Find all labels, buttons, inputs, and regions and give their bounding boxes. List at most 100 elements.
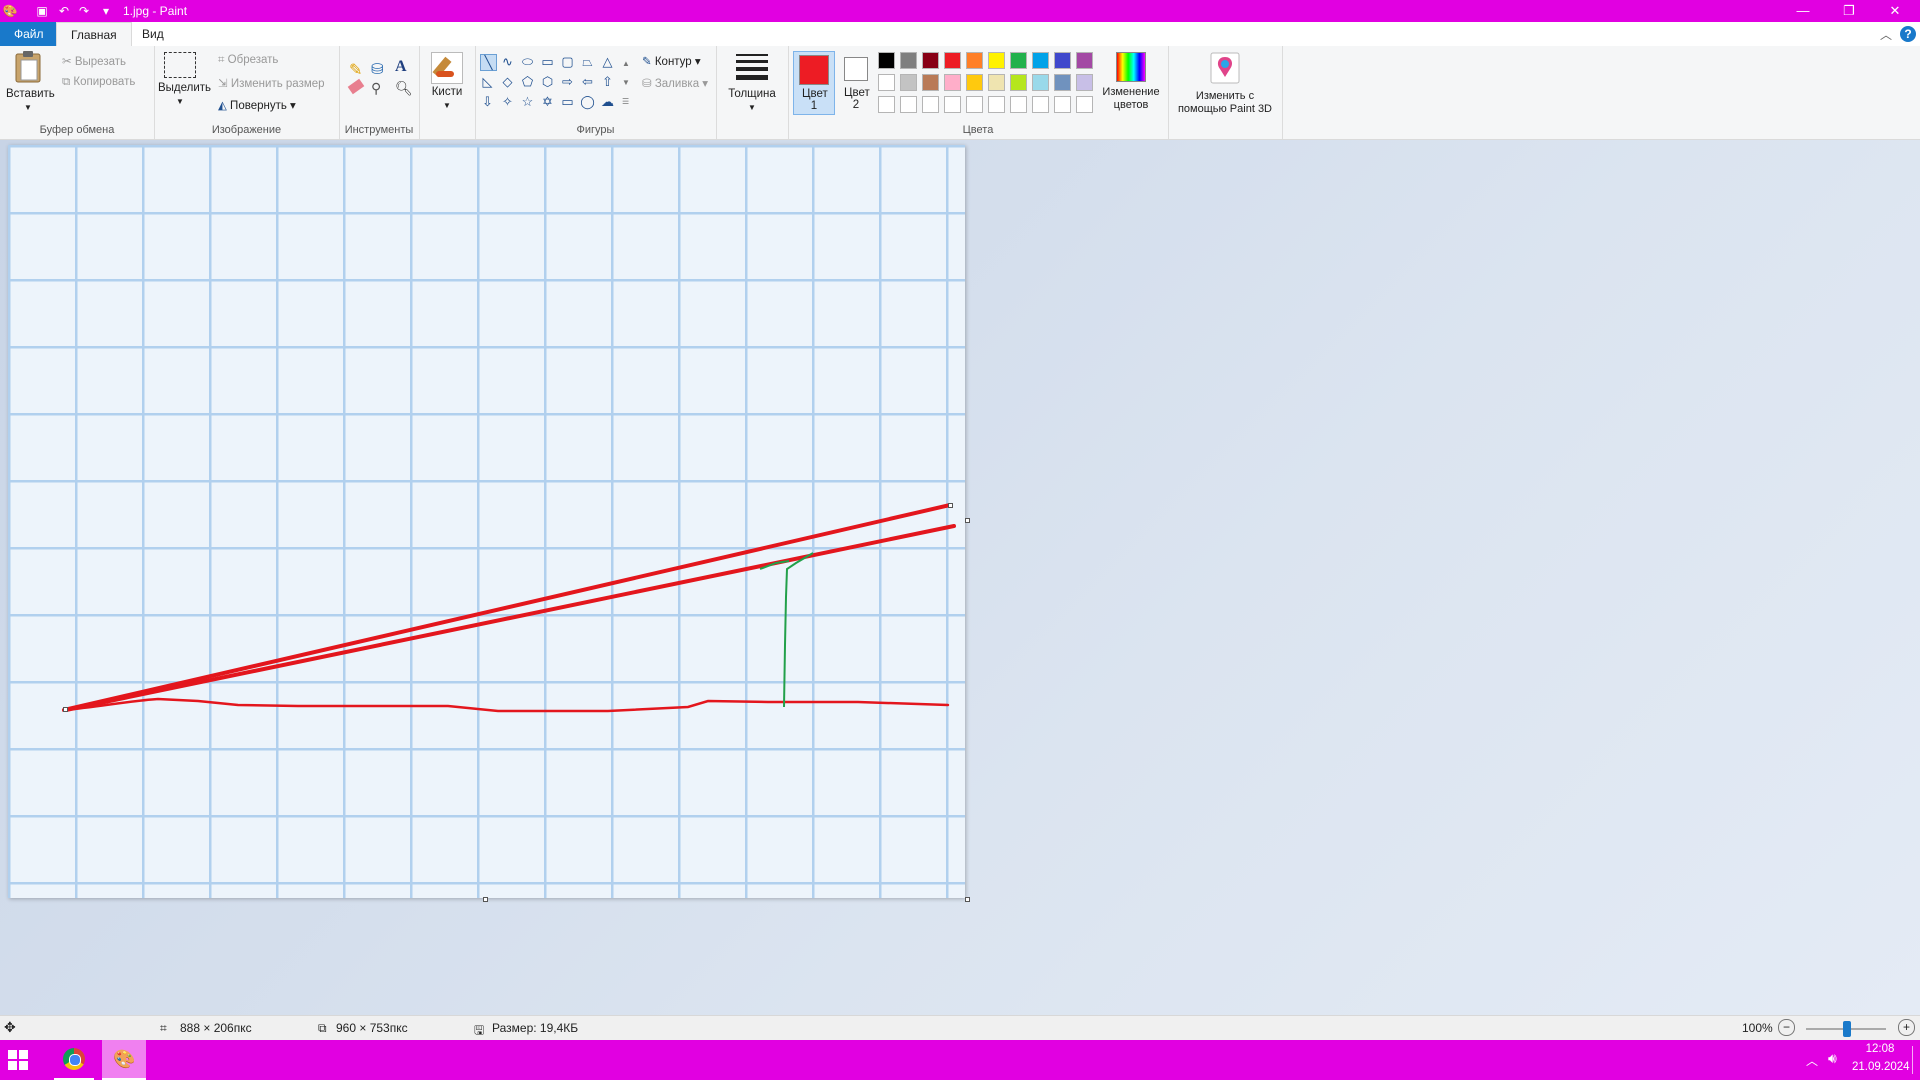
color1-button[interactable]: Цвет 1 <box>793 51 835 115</box>
palette-swatch[interactable] <box>922 52 939 69</box>
resize-button[interactable]: ⇲ Изменить размер <box>218 76 325 90</box>
pencil-icon[interactable]: ✎ <box>349 60 362 80</box>
rect-callout-shape-icon[interactable]: ▭ <box>560 94 575 109</box>
tab-file[interactable]: Файл <box>0 22 58 46</box>
canvas-resize-handle-bottom[interactable] <box>483 897 488 902</box>
custom-color-swatch[interactable] <box>878 96 895 113</box>
show-desktop-button[interactable] <box>1912 1046 1917 1074</box>
palette-swatch[interactable] <box>1032 74 1049 91</box>
restore-button[interactable]: ❐ <box>1826 0 1872 22</box>
right-arrow-shape-icon[interactable]: ⇨ <box>560 74 575 89</box>
cut-button[interactable]: ✂ Вырезать <box>62 54 126 68</box>
palette-swatch[interactable] <box>966 74 983 91</box>
five-point-star-shape-icon[interactable]: ☆ <box>520 94 535 109</box>
clock-time[interactable]: 12:08 <box>1852 1043 1908 1055</box>
magnifier-icon[interactable]: 🔍︎ <box>395 80 413 97</box>
line-handle-start[interactable] <box>63 707 68 712</box>
chrome-taskbar-button[interactable] <box>54 1040 94 1080</box>
minimize-button[interactable]: — <box>1780 0 1826 22</box>
four-point-star-shape-icon[interactable]: ✧ <box>500 94 515 109</box>
copy-button[interactable]: ⧉ Копировать <box>62 76 135 89</box>
palette-swatch[interactable] <box>1076 74 1093 91</box>
left-arrow-shape-icon[interactable]: ⇦ <box>580 74 595 89</box>
palette-swatch[interactable] <box>1010 74 1027 91</box>
help-icon[interactable]: ? <box>1900 26 1916 42</box>
shapes-scroll-icons[interactable]: ▲ ▼ ☰ <box>622 54 630 111</box>
text-tool-icon[interactable]: A <box>395 58 407 76</box>
save-icon[interactable]: ▣ <box>34 3 50 19</box>
tab-home[interactable]: Главная <box>56 22 132 47</box>
canvas-resize-handle-right[interactable] <box>965 518 970 523</box>
custom-color-swatch[interactable] <box>1032 96 1049 113</box>
palette-swatch[interactable] <box>1054 74 1071 91</box>
rectangle-shape-icon[interactable]: ▭ <box>540 54 555 69</box>
paste-button[interactable]: Вставить ▼ <box>6 50 55 114</box>
custom-color-swatch[interactable] <box>944 96 961 113</box>
fill-button[interactable]: ⛁ Заливка ▾ <box>642 76 708 90</box>
color-picker-icon[interactable]: ⚲ <box>371 80 381 97</box>
custom-color-swatch[interactable] <box>1010 96 1027 113</box>
custom-color-swatch[interactable] <box>1076 96 1093 113</box>
close-button[interactable]: ✕ <box>1872 0 1918 22</box>
custom-color-swatch[interactable] <box>900 96 917 113</box>
six-point-star-shape-icon[interactable]: ✡ <box>540 94 555 109</box>
up-arrow-shape-icon[interactable]: ⇧ <box>600 74 615 89</box>
collapse-ribbon-icon[interactable]: ︿ <box>1880 26 1892 43</box>
tab-view[interactable]: Вид <box>128 22 178 46</box>
rotate-button[interactable]: ◭ Повернуть ▾ <box>218 98 296 112</box>
cloud-callout-shape-icon[interactable]: ☁ <box>600 94 615 109</box>
line-handle-end[interactable] <box>948 503 953 508</box>
custom-color-swatch[interactable] <box>922 96 939 113</box>
pentagon-shape-icon[interactable]: ⬠ <box>520 74 535 89</box>
palette-swatch[interactable] <box>944 74 961 91</box>
zoom-in-icon[interactable]: + <box>1898 1019 1915 1036</box>
triangle-shape-icon[interactable]: △ <box>600 54 615 69</box>
palette-swatch[interactable] <box>878 52 895 69</box>
palette-swatch[interactable] <box>900 52 917 69</box>
palette-swatch[interactable] <box>922 74 939 91</box>
select-button[interactable]: Выделить ▼ <box>158 52 211 108</box>
edit-with-paint3d-button[interactable]: Изменить с помощью Paint 3D <box>1172 52 1278 116</box>
redo-icon[interactable]: ↷ <box>76 3 92 19</box>
down-arrow-shape-icon[interactable]: ⇩ <box>480 94 495 109</box>
rounded-rectangle-shape-icon[interactable]: ▢ <box>560 54 575 69</box>
hexagon-shape-icon[interactable]: ⬡ <box>540 74 555 89</box>
palette-swatch[interactable] <box>1032 52 1049 69</box>
customize-quick-access-icon[interactable]: ▾ <box>98 3 114 19</box>
polygon-shape-icon[interactable]: ⏢ <box>580 54 595 69</box>
palette-swatch[interactable] <box>988 74 1005 91</box>
curve-shape-icon[interactable]: ∿ <box>500 54 515 69</box>
oval-callout-shape-icon[interactable]: ◯ <box>580 94 595 109</box>
eraser-icon[interactable] <box>347 78 365 95</box>
palette-swatch[interactable] <box>900 74 917 91</box>
brushes-button[interactable]: Кисти ▼ <box>425 52 469 112</box>
outline-button[interactable]: ✎ Контур ▾ <box>642 54 701 68</box>
size-button[interactable]: Толщина ▼ <box>726 52 778 114</box>
show-hidden-icons[interactable]: ︿ <box>1806 1052 1818 1069</box>
zoom-slider-thumb[interactable] <box>1843 1021 1851 1037</box>
palette-swatch[interactable] <box>1010 52 1027 69</box>
right-triangle-shape-icon[interactable]: ◺ <box>480 74 495 89</box>
paint-taskbar-button[interactable]: 🎨 <box>102 1040 146 1080</box>
oval-shape-icon[interactable]: ⬭ <box>520 54 535 69</box>
volume-icon[interactable]: 🔊︎ <box>1828 1050 1837 1067</box>
edit-colors-button[interactable]: Изменение цветов <box>1096 52 1166 112</box>
custom-color-swatch[interactable] <box>966 96 983 113</box>
undo-icon[interactable]: ↶ <box>56 3 72 19</box>
canvas-resize-handle-corner[interactable] <box>965 897 970 902</box>
palette-swatch[interactable] <box>878 74 895 91</box>
palette-swatch[interactable] <box>1054 52 1071 69</box>
custom-color-swatch[interactable] <box>988 96 1005 113</box>
drawing-canvas[interactable] <box>8 145 965 898</box>
palette-swatch[interactable] <box>1076 52 1093 69</box>
clock-date[interactable]: 21.09.2024 <box>1852 1061 1910 1073</box>
custom-color-swatch[interactable] <box>1054 96 1071 113</box>
windows-start-icon[interactable] <box>8 1050 28 1070</box>
palette-swatch[interactable] <box>944 52 961 69</box>
color2-button[interactable]: Цвет 2 <box>836 51 876 113</box>
crop-button[interactable]: ⌗ Обрезать <box>218 54 278 67</box>
diamond-shape-icon[interactable]: ◇ <box>500 74 515 89</box>
fill-bucket-icon[interactable]: ⛁ <box>371 60 384 78</box>
zoom-out-icon[interactable]: − <box>1778 1019 1795 1036</box>
palette-swatch[interactable] <box>988 52 1005 69</box>
